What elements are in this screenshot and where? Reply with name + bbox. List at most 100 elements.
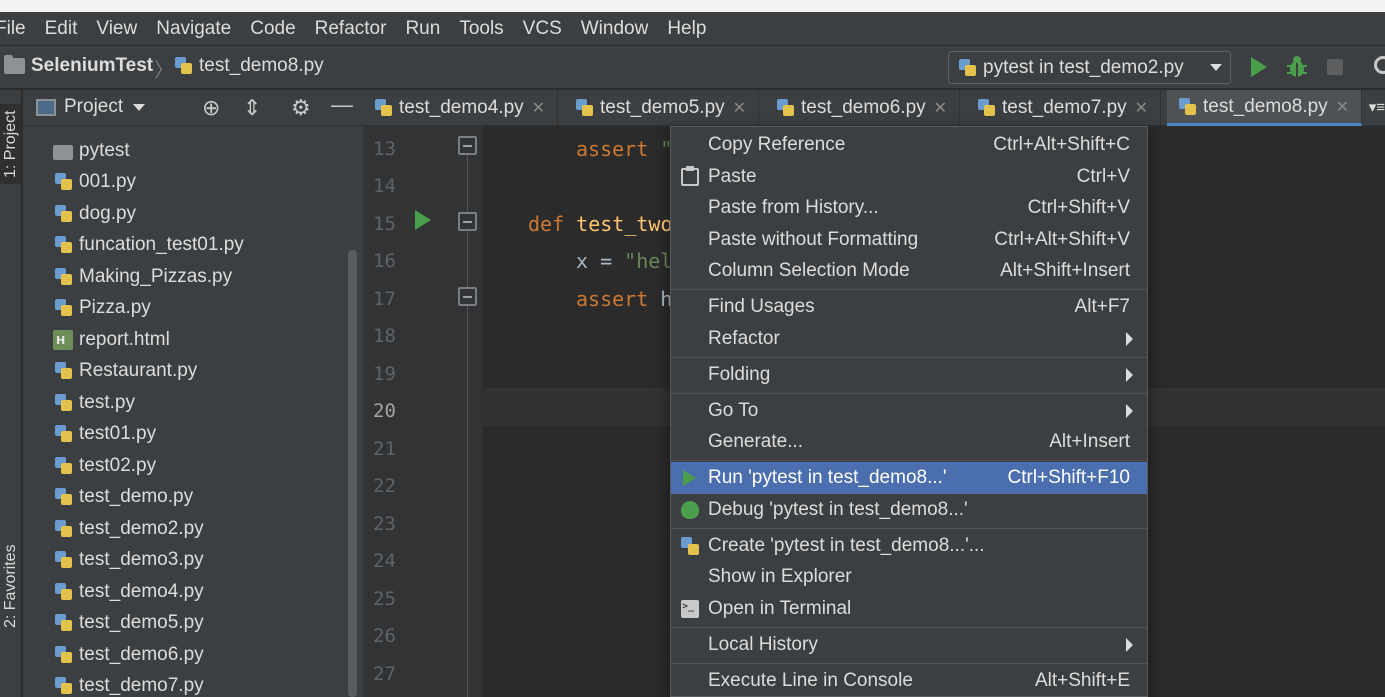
- close-icon[interactable]: ✕: [733, 98, 746, 118]
- tool-tab-favorites[interactable]: 2: Favorites: [0, 538, 22, 634]
- menu-item-run-pytest[interactable]: Run 'pytest in test_demo8...' Ctrl+Shift…: [671, 462, 1147, 494]
- python-file-icon: [373, 98, 393, 118]
- code-line-15: def test_two: [528, 212, 673, 236]
- minimize-icon[interactable]: —: [331, 94, 353, 116]
- tree-item[interactable]: 001.py: [53, 167, 136, 197]
- code-keyword: def: [528, 212, 565, 236]
- tree-item[interactable]: test_demo3.py: [53, 545, 204, 575]
- tree-item[interactable]: funcation_test01.py: [53, 230, 244, 260]
- menu-item-paste-from-history[interactable]: Paste from History... Ctrl+Shift+V: [671, 192, 1147, 224]
- menu-navigate[interactable]: Navigate: [156, 18, 231, 40]
- run-icon[interactable]: [1251, 57, 1267, 77]
- python-file-icon: [53, 519, 73, 539]
- editor-tab[interactable]: test_demo5.py ✕: [564, 90, 759, 126]
- run-configuration-label: pytest in test_demo2.py: [983, 56, 1184, 78]
- fold-marker-icon[interactable]: [458, 136, 477, 155]
- tree-item[interactable]: test_demo5.py: [53, 608, 204, 638]
- tree-item-label: 001.py: [79, 171, 137, 192]
- collapse-all-icon[interactable]: ⇕: [243, 97, 261, 119]
- tree-item[interactable]: pytest: [53, 136, 130, 166]
- tree-item[interactable]: Pizza.py: [53, 293, 151, 323]
- menu-code[interactable]: Code: [250, 18, 295, 40]
- run-test-gutter-icon[interactable]: [415, 210, 431, 230]
- menu-item-open-in-terminal[interactable]: Open in Terminal: [671, 593, 1147, 625]
- tree-item[interactable]: Restaurant.py: [53, 356, 197, 386]
- menu-item-local-history[interactable]: Local History: [671, 629, 1147, 661]
- tree-item[interactable]: Making_Pizzas.py: [53, 262, 232, 292]
- menu-file[interactable]: File: [0, 18, 26, 40]
- fold-marker-icon[interactable]: [458, 212, 477, 231]
- menu-item-label: Run 'pytest in test_demo8...': [708, 467, 947, 488]
- tree-item[interactable]: dog.py: [53, 199, 136, 229]
- menu-window[interactable]: Window: [581, 18, 649, 40]
- menu-item-generate[interactable]: Generate... Alt+Insert: [671, 426, 1147, 458]
- menu-item-column-selection-mode[interactable]: Column Selection Mode Alt+Shift+Insert: [671, 255, 1147, 287]
- menu-tools[interactable]: Tools: [459, 18, 503, 40]
- gear-icon[interactable]: ⚙: [291, 97, 311, 119]
- python-file-icon: [173, 56, 193, 76]
- menu-help[interactable]: Help: [667, 18, 706, 40]
- menu-item-label: Find Usages: [708, 296, 815, 317]
- menu-refactor[interactable]: Refactor: [315, 18, 387, 40]
- menu-item-label: Copy Reference: [708, 134, 846, 155]
- breadcrumb-file[interactable]: test_demo8.py: [173, 55, 324, 77]
- tree-item[interactable]: test_demo6.py: [53, 640, 204, 670]
- project-view-select[interactable]: Project: [36, 96, 146, 118]
- debug-bug-icon[interactable]: [1285, 54, 1309, 80]
- menu-item-go-to[interactable]: Go To: [671, 395, 1147, 427]
- menu-run[interactable]: Run: [405, 18, 440, 40]
- menu-item-find-usages[interactable]: Find Usages Alt+F7: [671, 291, 1147, 323]
- editor-tab[interactable]: test_demo6.py ✕: [765, 90, 960, 126]
- tree-item[interactable]: report.html: [53, 325, 170, 355]
- tree-item[interactable]: test.py: [53, 388, 135, 418]
- tab-overflow-icon[interactable]: ▾≡: [1369, 98, 1385, 116]
- menu-item-shortcut: Ctrl+Alt+Shift+C: [993, 134, 1130, 155]
- tree-item[interactable]: test_demo.py: [53, 482, 193, 512]
- close-icon[interactable]: ✕: [934, 98, 947, 118]
- menu-item-refactor[interactable]: Refactor: [671, 323, 1147, 355]
- tree-item-label: test_demo4.py: [79, 581, 204, 602]
- menu-item-debug-pytest[interactable]: Debug 'pytest in test_demo8...': [671, 494, 1147, 526]
- close-icon[interactable]: ✕: [1336, 97, 1349, 117]
- debug-bug-icon: [681, 501, 699, 519]
- python-file-icon: [53, 582, 73, 602]
- menu-item-folding[interactable]: Folding: [671, 359, 1147, 391]
- pytest-config-icon: [957, 58, 977, 78]
- close-icon[interactable]: ✕: [532, 98, 545, 118]
- breadcrumb-project[interactable]: SeleniumTest: [4, 55, 153, 77]
- search-icon[interactable]: [1374, 56, 1385, 74]
- menu-view[interactable]: View: [96, 18, 137, 40]
- python-file-icon: [976, 98, 996, 118]
- stop-icon[interactable]: [1327, 59, 1343, 75]
- tool-tab-project[interactable]: 1: Project: [0, 104, 22, 184]
- tree-item[interactable]: test_demo2.py: [53, 514, 204, 544]
- menu-item-label: Open in Terminal: [708, 598, 852, 619]
- project-scrollbar[interactable]: [348, 250, 357, 697]
- editor-tab-active[interactable]: test_demo8.py ✕: [1167, 90, 1362, 126]
- editor-tab[interactable]: test_demo7.py ✕: [966, 90, 1161, 126]
- menu-item-shortcut: Alt+Insert: [1049, 431, 1130, 452]
- breadcrumb-project-label: SeleniumTest: [31, 55, 154, 76]
- menu-edit[interactable]: Edit: [45, 18, 78, 40]
- menu-item-copy-reference[interactable]: Copy Reference Ctrl+Alt+Shift+C: [671, 129, 1147, 161]
- menu-vcs[interactable]: VCS: [523, 18, 562, 40]
- menu-item-show-in-explorer[interactable]: Show in Explorer: [671, 561, 1147, 593]
- editor-tab[interactable]: test_demo4.py ✕: [363, 90, 558, 126]
- tree-item[interactable]: test_demo4.py: [53, 577, 204, 607]
- menu-item-paste-without-formatting[interactable]: Paste without Formatting Ctrl+Alt+Shift+…: [671, 224, 1147, 256]
- menu-item-create-pytest[interactable]: Create 'pytest in test_demo8...'...: [671, 530, 1147, 562]
- tree-item[interactable]: test01.py: [53, 419, 156, 449]
- tree-item[interactable]: test_demo7.py: [53, 671, 204, 697]
- locate-target-icon[interactable]: ⊕: [202, 97, 220, 119]
- tree-item-label: test_demo6.py: [79, 644, 204, 665]
- menu-item-paste[interactable]: Paste Ctrl+V: [671, 161, 1147, 193]
- run-configuration-select[interactable]: pytest in test_demo2.py: [948, 51, 1231, 84]
- editor-tab-label: test_demo7.py: [1002, 97, 1127, 118]
- project-title: Project: [64, 96, 124, 117]
- fold-marker-icon[interactable]: [458, 287, 477, 306]
- close-icon[interactable]: ✕: [1135, 98, 1148, 118]
- left-tool-strip: 1: Project 2: Favorites: [0, 90, 22, 697]
- tree-item[interactable]: test02.py: [53, 451, 156, 481]
- menu-item-execute-line-in-console[interactable]: Execute Line in Console Alt+Shift+E: [671, 665, 1147, 697]
- code-function: test_two: [564, 212, 673, 236]
